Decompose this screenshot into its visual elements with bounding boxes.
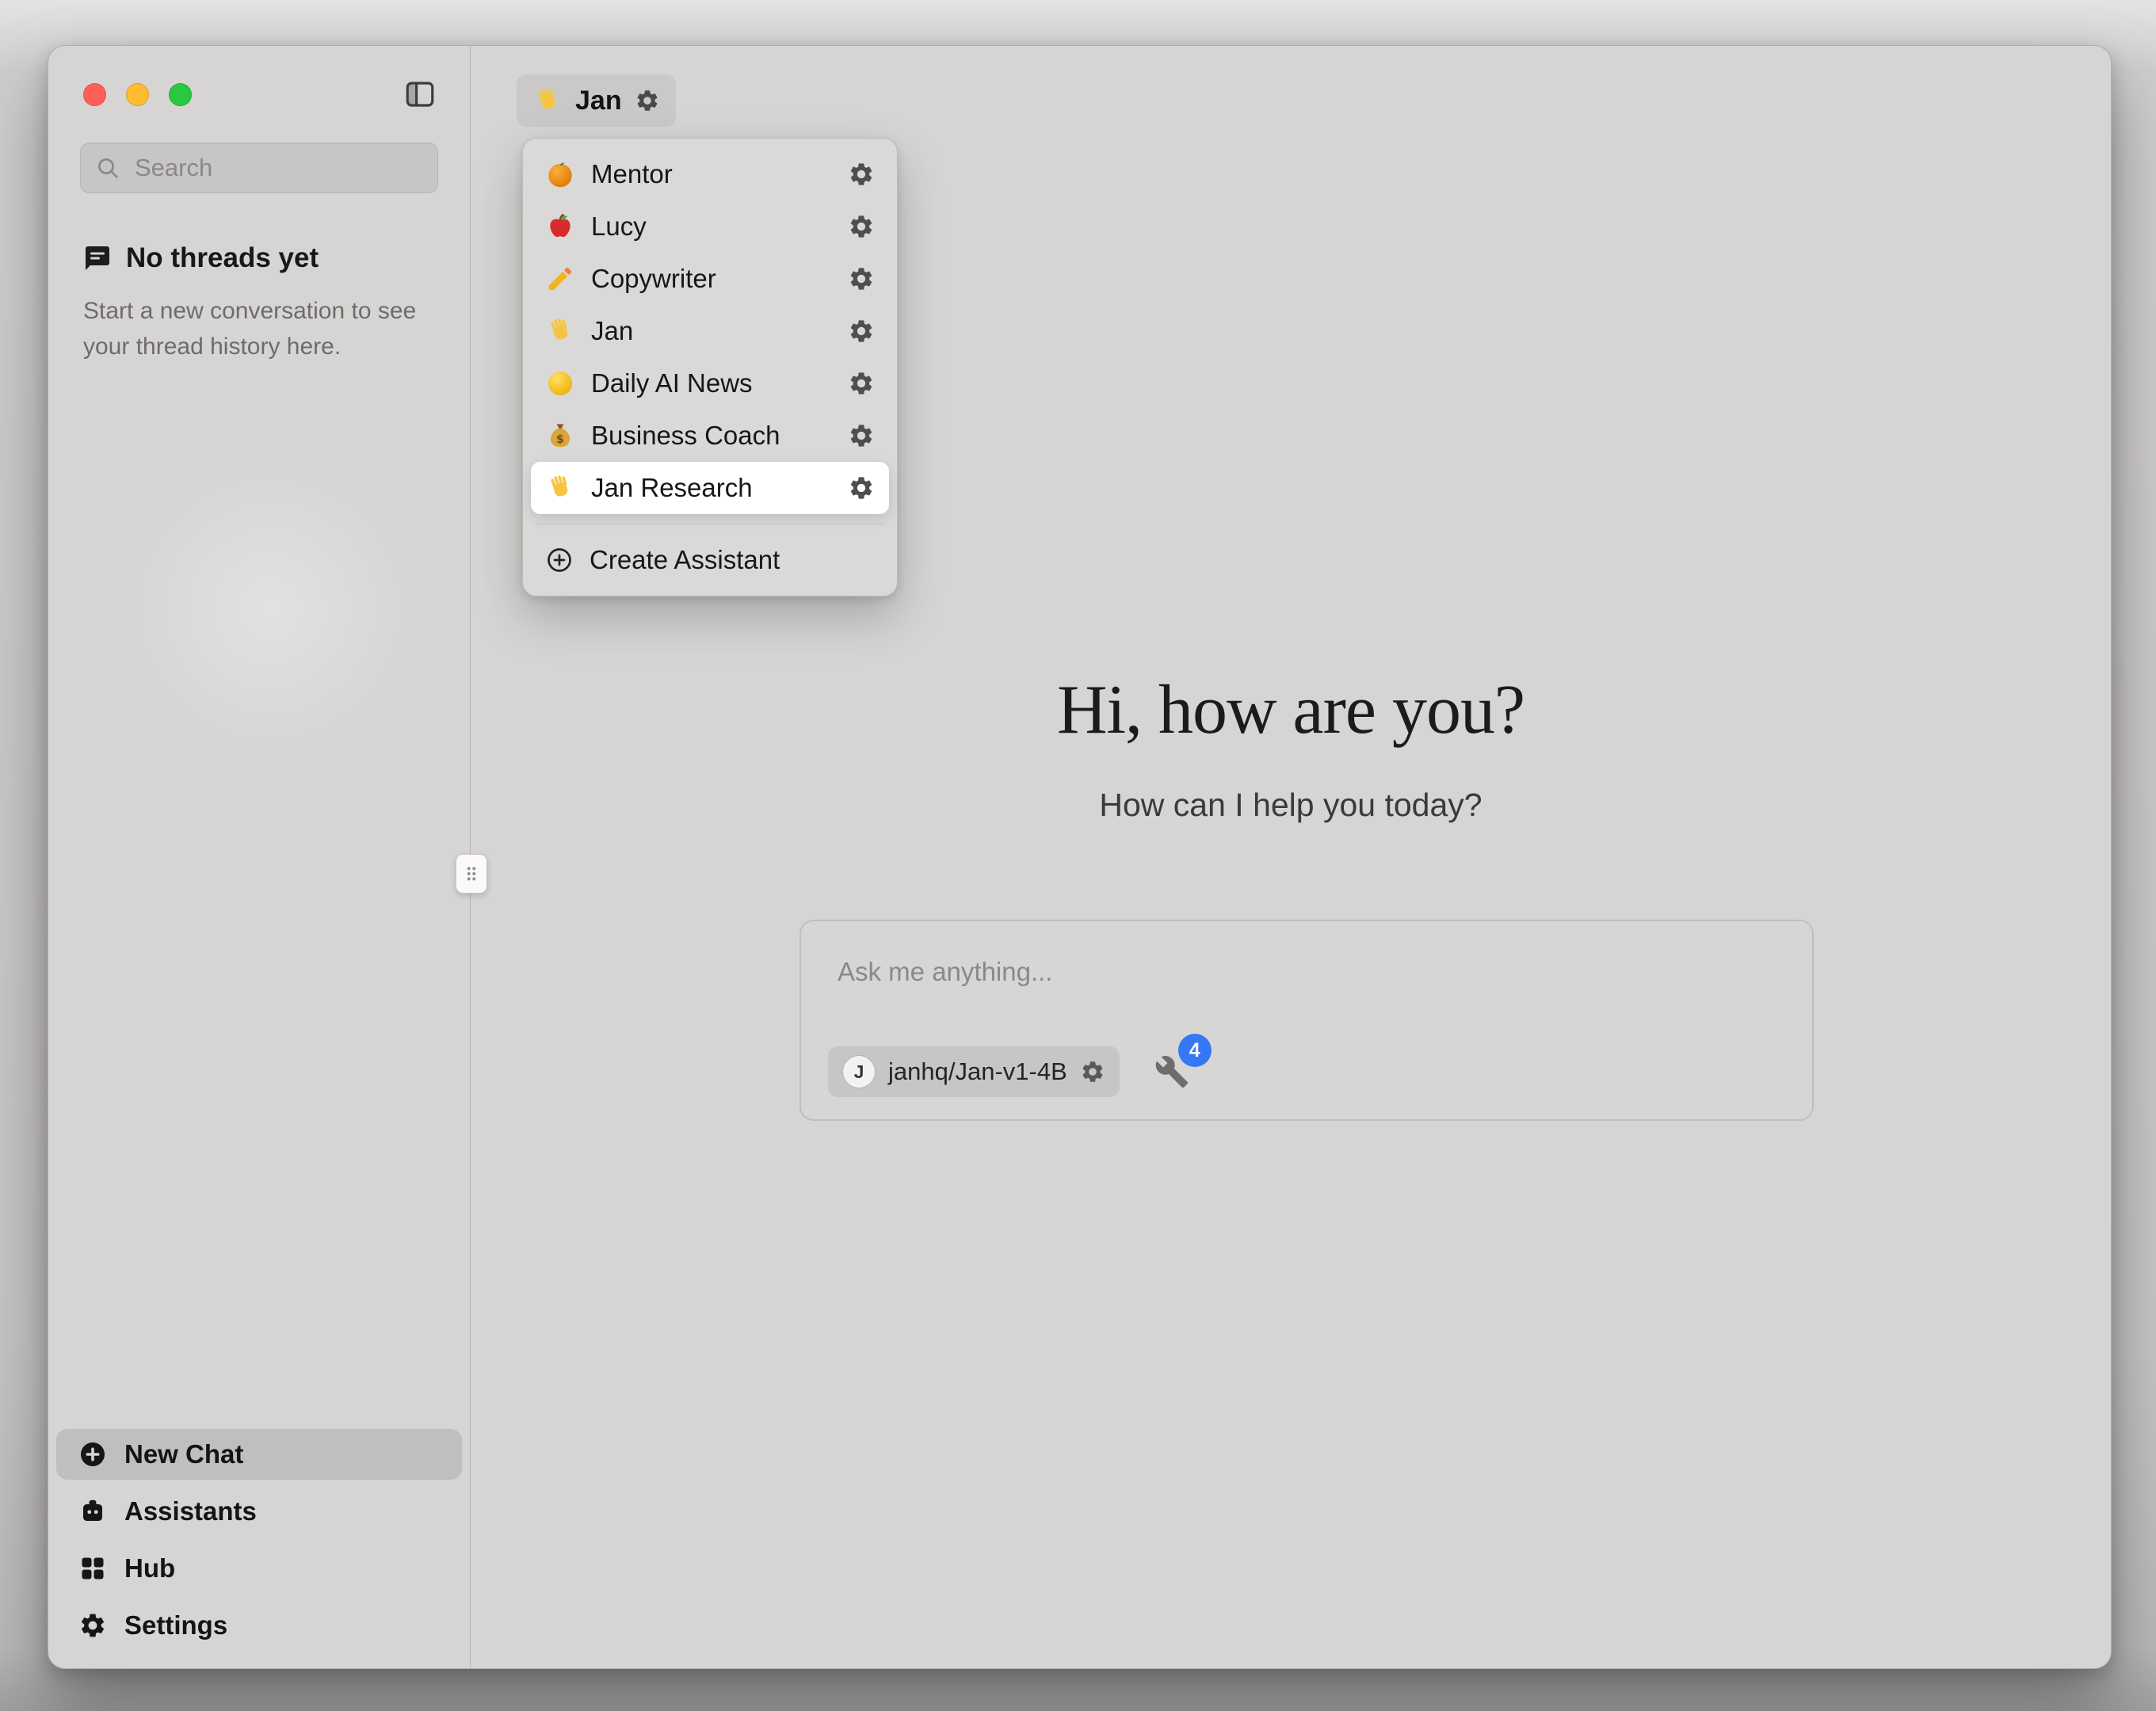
- gear-icon[interactable]: [848, 161, 875, 188]
- assistant-menu-label: Jan: [591, 316, 832, 346]
- search-input[interactable]: [133, 153, 423, 183]
- sidebar-item-hub[interactable]: Hub: [56, 1543, 462, 1594]
- money-bag-icon: $: [545, 421, 575, 451]
- search-icon: [95, 155, 120, 181]
- empty-state-title: No threads yet: [126, 242, 319, 274]
- assistant-menu: Mentor Lucy Copywriter Jan Daily AI News $ Bus…: [522, 138, 898, 596]
- sidebar-item-label: Assistants: [124, 1496, 257, 1526]
- minimize-button[interactable]: [126, 83, 149, 106]
- gear-icon[interactable]: [635, 88, 660, 113]
- gear-icon[interactable]: [848, 213, 875, 240]
- assistant-menu-label: Jan Research: [591, 473, 832, 503]
- empty-state-description: Start a new conversation to see your thr…: [83, 293, 435, 364]
- assistant-menu-item-mentor[interactable]: Mentor: [531, 148, 889, 200]
- assistant-menu-item-business-coach[interactable]: $ Business Coach: [531, 410, 889, 462]
- hub-icon: [78, 1554, 107, 1583]
- assistant-menu-label: Daily AI News: [591, 368, 832, 398]
- assistant-selector[interactable]: Jan: [517, 74, 676, 127]
- chat-input-card[interactable]: J janhq/Jan-v1-4B 4: [799, 920, 1814, 1121]
- chat-bubble-icon: [83, 244, 112, 272]
- tools-badge: 4: [1178, 1034, 1212, 1067]
- assistant-menu-label: Copywriter: [591, 264, 832, 294]
- sidebar-toggle-icon[interactable]: [403, 78, 437, 111]
- gear-icon[interactable]: [848, 265, 875, 292]
- sidebar-item-label: Settings: [124, 1610, 227, 1641]
- welcome-block: Hi, how are you? How can I help you toda…: [471, 670, 2111, 824]
- assistant-menu-item-daily-ai-news[interactable]: Daily AI News: [531, 357, 889, 410]
- model-name: janhq/Jan-v1-4B: [888, 1057, 1067, 1086]
- app-window: No threads yet Start a new conversation …: [48, 45, 2112, 1669]
- assistant-menu-item-jan-research[interactable]: Jan Research: [531, 462, 889, 514]
- assistant-menu-label: Business Coach: [591, 421, 832, 451]
- sidebar-resize-handle[interactable]: [456, 854, 487, 894]
- assistant-menu-label: Lucy: [591, 211, 832, 242]
- waving-hand-icon: [545, 473, 575, 503]
- assistant-menu-item-copywriter[interactable]: Copywriter: [531, 253, 889, 305]
- assistant-menu-label: Mentor: [591, 159, 832, 189]
- zoom-button[interactable]: [169, 83, 192, 106]
- plus-circle-icon: [545, 546, 574, 574]
- waving-hand-icon: [545, 316, 575, 346]
- assistant-menu-item-lucy[interactable]: Lucy: [531, 200, 889, 253]
- sidebar-item-settings[interactable]: Settings: [56, 1600, 462, 1651]
- threads-empty-state: No threads yet Start a new conversation …: [83, 242, 435, 364]
- close-button[interactable]: [83, 83, 106, 106]
- sidebar-nav: New Chat Assistants Hub Settings: [48, 1429, 470, 1668]
- assistant-menu-item-jan[interactable]: Jan: [531, 305, 889, 357]
- drag-dots-icon: [461, 863, 482, 884]
- chat-input[interactable]: [836, 956, 1711, 988]
- sidebar-titlebar: [48, 46, 470, 111]
- assistants-icon: [78, 1497, 107, 1526]
- sidebar-item-new-chat[interactable]: New Chat: [56, 1429, 462, 1480]
- apple-icon: [545, 211, 575, 242]
- svg-text:$: $: [556, 433, 564, 446]
- yellow-circle-icon: [545, 368, 575, 398]
- gear-icon[interactable]: [848, 318, 875, 345]
- greeting-heading: Hi, how are you?: [471, 670, 2111, 750]
- model-selector[interactable]: J janhq/Jan-v1-4B: [828, 1046, 1120, 1097]
- waving-hand-icon: [532, 86, 563, 116]
- model-avatar: J: [842, 1055, 876, 1088]
- gear-icon[interactable]: [848, 370, 875, 397]
- gear-icon[interactable]: [848, 422, 875, 449]
- gear-icon: [78, 1611, 107, 1640]
- sidebar-item-label: New Chat: [124, 1439, 243, 1469]
- sidebar-item-label: Hub: [124, 1553, 175, 1583]
- create-assistant-item[interactable]: Create Assistant: [531, 534, 889, 586]
- gear-icon[interactable]: [848, 474, 875, 501]
- assistant-selector-label: Jan: [575, 86, 622, 116]
- sidebar: No threads yet Start a new conversation …: [48, 46, 471, 1668]
- search-bar[interactable]: [80, 143, 438, 193]
- orange-circle-icon: [545, 159, 575, 189]
- plus-circle-icon: [78, 1440, 107, 1469]
- greeting-subtitle: How can I help you today?: [471, 787, 2111, 824]
- main-area: Jan Mentor Lucy Copywriter Jan Daily AI News…: [471, 46, 2111, 1668]
- pencil-icon: [545, 264, 575, 294]
- sidebar-item-assistants[interactable]: Assistants: [56, 1486, 462, 1537]
- tools-button[interactable]: 4: [1154, 1054, 1189, 1089]
- gear-icon[interactable]: [1080, 1059, 1105, 1084]
- window-controls: [83, 83, 192, 106]
- create-assistant-label: Create Assistant: [590, 545, 875, 575]
